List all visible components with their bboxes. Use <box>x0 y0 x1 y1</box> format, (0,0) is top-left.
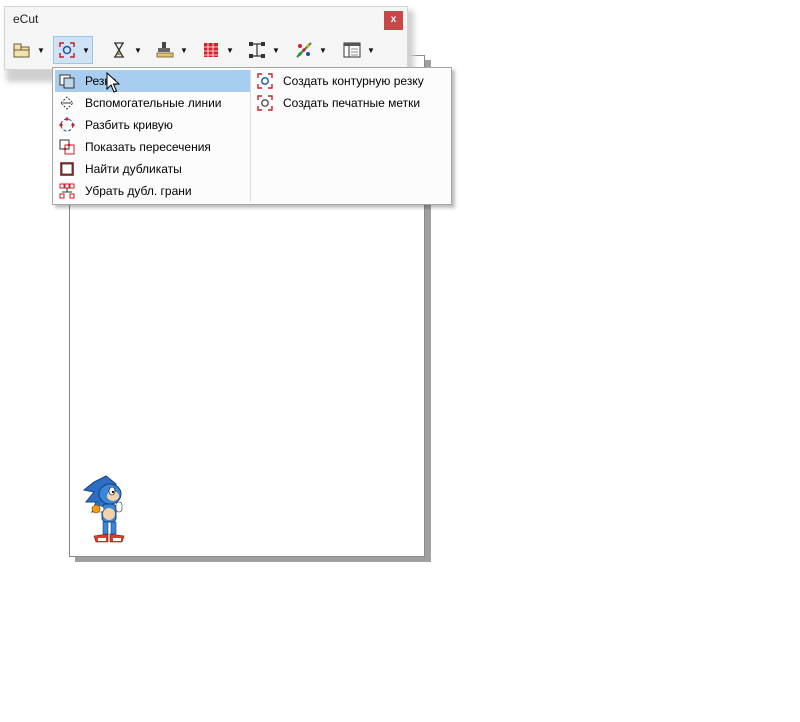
mouse-cursor-icon <box>106 72 120 93</box>
nodes-icon[interactable] <box>244 37 270 63</box>
print-marks-icon <box>255 93 275 113</box>
chevron-down-icon[interactable]: ▼ <box>317 37 329 63</box>
cut-tool[interactable]: ▼ <box>53 36 93 64</box>
nodes-tool[interactable]: ▼ <box>244 37 282 63</box>
chevron-down-icon[interactable]: ▼ <box>365 37 377 63</box>
menu-left-column: Резка Вспомогательные линии Разбить крив… <box>55 70 251 202</box>
chevron-down-icon[interactable]: ▼ <box>132 37 144 63</box>
chevron-down-icon[interactable]: ▼ <box>178 37 190 63</box>
panel-tool[interactable]: ▼ <box>339 37 377 63</box>
intersections-icon <box>57 137 77 157</box>
menu-item-show-intersections[interactable]: Показать пересечения <box>55 136 251 158</box>
menu-divider <box>250 70 251 202</box>
menu-item-split-curve[interactable]: Разбить кривую <box>55 114 251 136</box>
menu-item-remove-dup-edges[interactable]: Убрать дубл. грани <box>55 180 251 202</box>
menu-item-label: Создать печатные метки <box>283 96 421 110</box>
duplicates-icon <box>57 159 77 179</box>
chevron-down-icon[interactable]: ▼ <box>80 37 92 63</box>
hourglass-icon[interactable] <box>106 37 132 63</box>
chevron-down-icon[interactable]: ▼ <box>224 37 236 63</box>
cut-icon <box>57 71 77 91</box>
ecut-window: eCut x ▼ ▼ ▼ ▼ ▼ ▼ ▼ ▼ <box>4 6 408 70</box>
close-button[interactable]: x <box>384 11 403 30</box>
hourglass-tool[interactable]: ▼ <box>106 37 144 63</box>
cut-target-icon[interactable] <box>54 37 80 63</box>
layout-icon[interactable] <box>9 37 35 63</box>
split-curve-icon <box>57 115 77 135</box>
menu-item-find-duplicates[interactable]: Найти дубликаты <box>55 158 251 180</box>
menu-item-label: Вспомогательные линии <box>85 96 222 110</box>
chevron-down-icon[interactable]: ▼ <box>270 37 282 63</box>
menu-item-label: Показать пересечения <box>85 140 211 154</box>
contour-cut-icon <box>255 71 275 91</box>
menu-item-label: Разбить кривую <box>85 118 173 132</box>
window-title: eCut <box>13 12 39 26</box>
menu-item-cut[interactable]: Резка <box>55 70 251 92</box>
menu-item-label: Найти дубликаты <box>85 162 182 176</box>
menu-item-create-contour-cut[interactable]: Создать контурную резку <box>253 70 447 92</box>
character-sticker-image <box>82 475 125 543</box>
table-tool[interactable]: ▼ <box>198 37 236 63</box>
stamp-icon[interactable] <box>152 37 178 63</box>
red-grid-icon[interactable] <box>198 37 224 63</box>
chevron-down-icon[interactable]: ▼ <box>35 37 47 63</box>
remove-dup-edges-icon <box>57 181 77 201</box>
menu-item-create-print-marks[interactable]: Создать печатные метки <box>253 92 447 114</box>
layout-tool[interactable]: ▼ <box>9 37 47 63</box>
menu-item-guide-lines[interactable]: Вспомогательные линии <box>55 92 251 114</box>
guide-lines-icon <box>57 93 77 113</box>
menu-item-label: Убрать дубл. грани <box>85 184 192 198</box>
menu-item-label: Создать контурную резку <box>283 74 424 88</box>
color-dots-icon[interactable] <box>291 37 317 63</box>
color-tool[interactable]: ▼ <box>291 37 329 63</box>
menu-right-column: Создать контурную резку Создать печатные… <box>253 70 447 114</box>
panel-icon[interactable] <box>339 37 365 63</box>
stamp-tool[interactable]: ▼ <box>152 37 190 63</box>
